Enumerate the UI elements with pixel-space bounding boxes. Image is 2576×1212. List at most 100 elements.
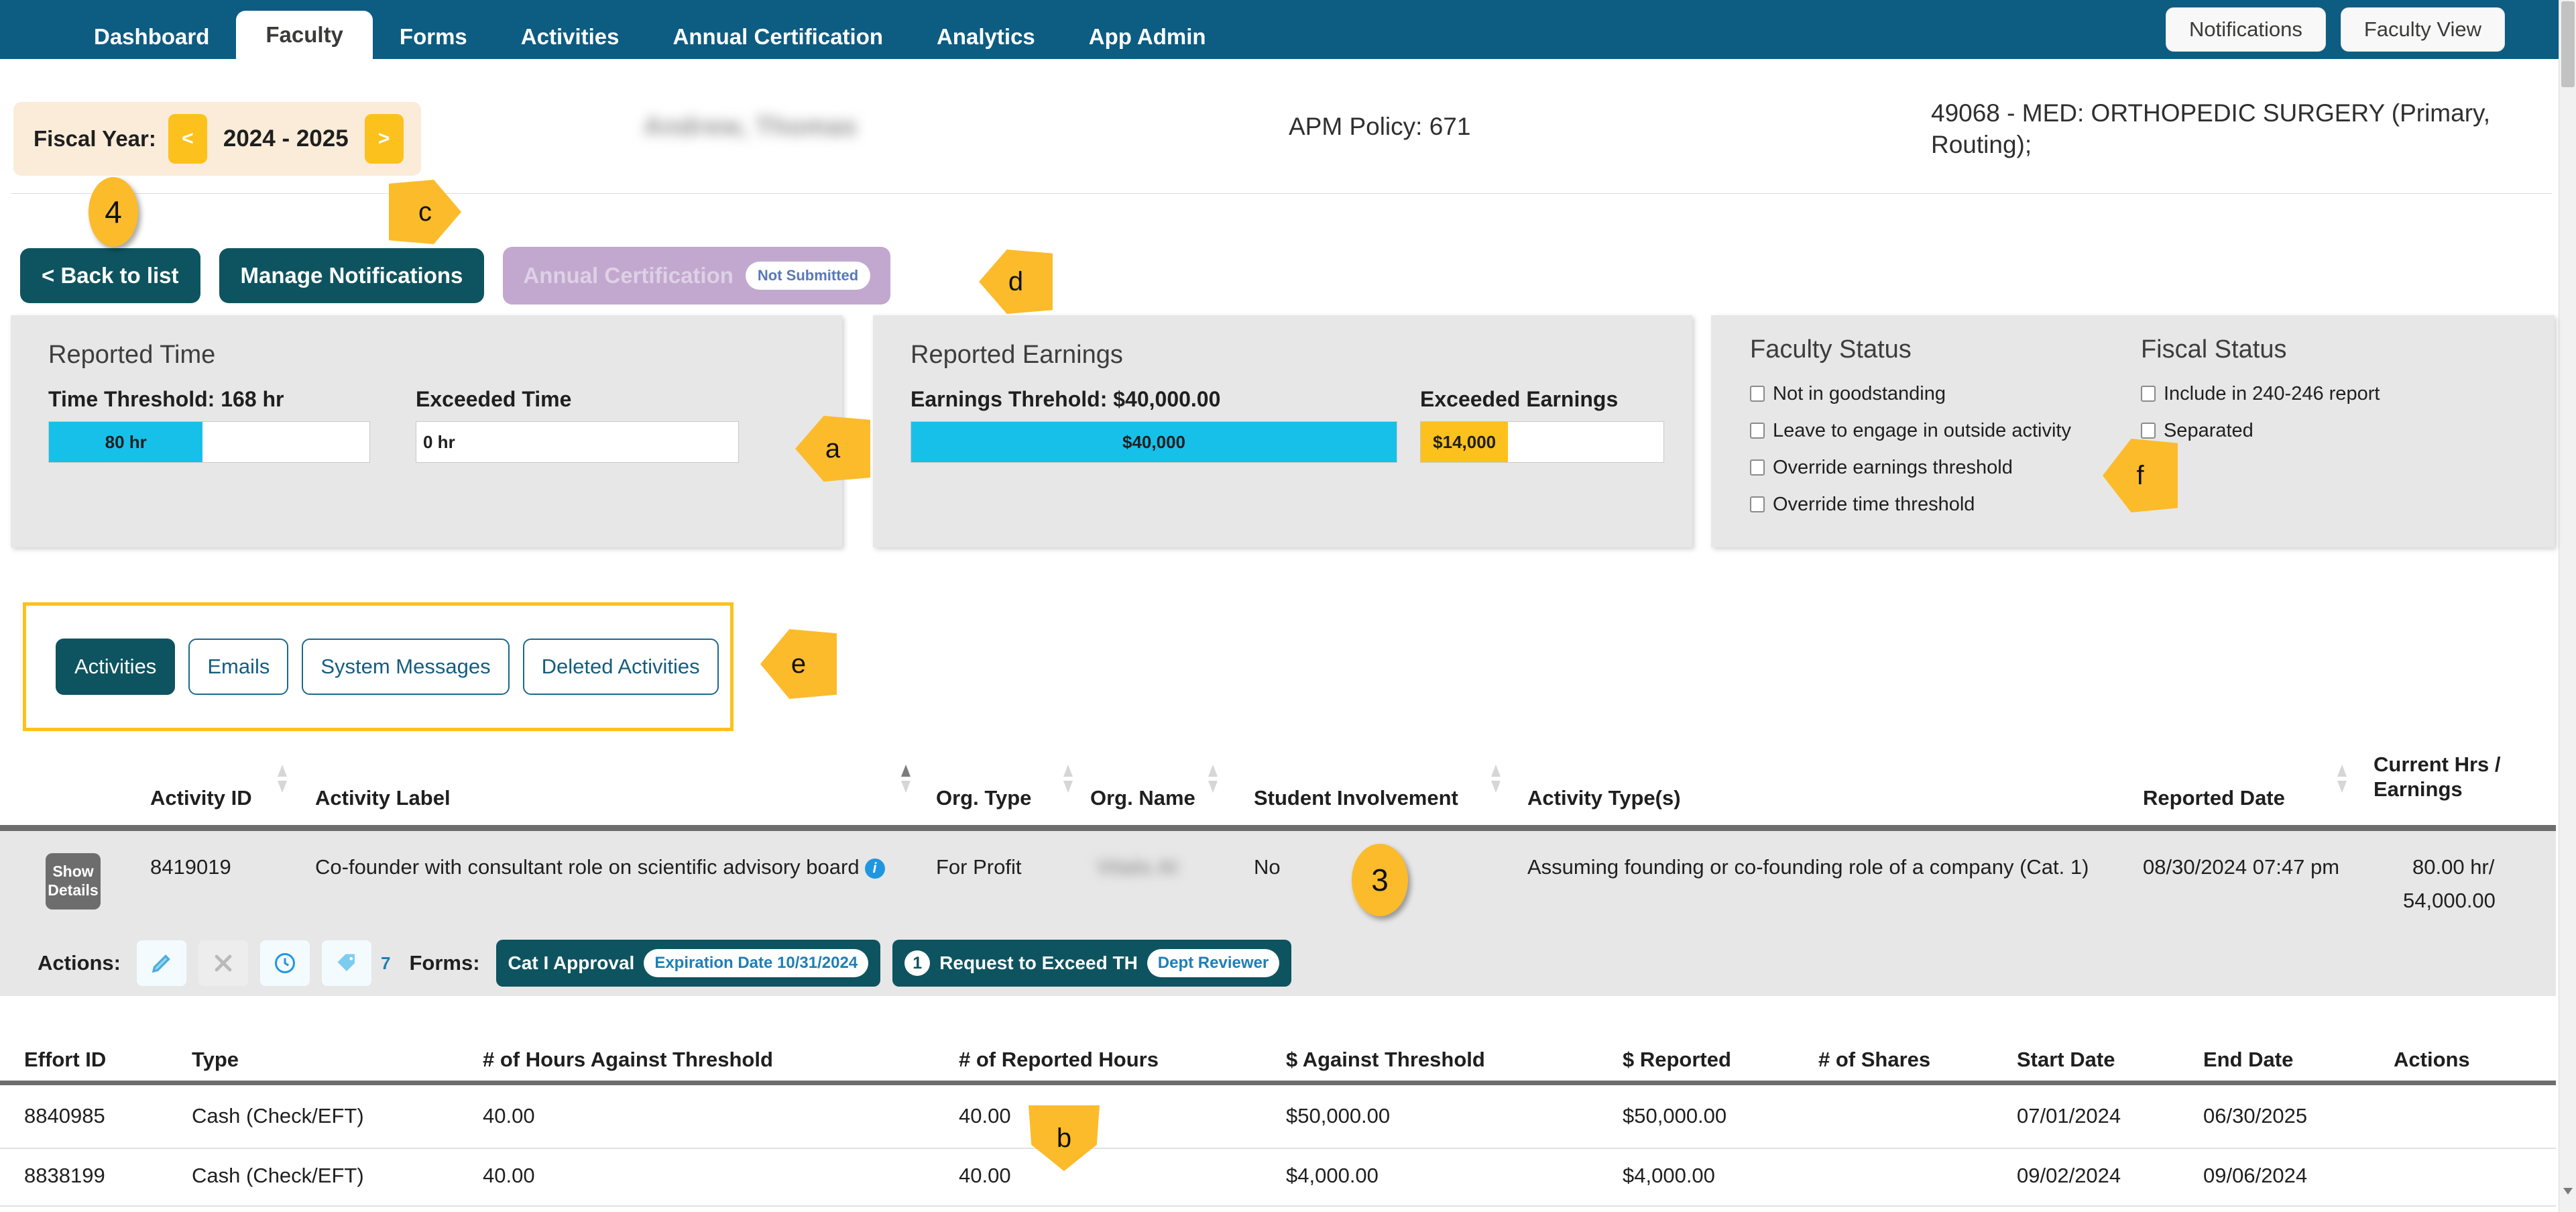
cell-activity-label: Co-founder with consultant role on scien… (315, 855, 885, 879)
column-current-hrs-earnings[interactable]: Current Hrs / Earnings (2374, 753, 2541, 802)
nav-right-buttons: Notifications Faculty View (2166, 0, 2576, 59)
effort-column-effort-id: Effort ID (24, 1048, 106, 1072)
chevron-down-icon[interactable] (2563, 1188, 2573, 1195)
back-to-list-button[interactable]: < Back to list (20, 248, 200, 303)
page-scrollbar[interactable] (2559, 0, 2576, 1212)
effort-table-row: 8838199 Cash (Check/EFT) 40.00 40.00 $4,… (0, 1149, 2556, 1207)
effort-cell-hours-against-threshold: 40.00 (483, 1104, 535, 1128)
cell-org-name: Vitals AI (1097, 855, 1178, 879)
exceeded-earnings-label: Exceeded Earnings (1420, 387, 1664, 412)
column-org-name[interactable]: Org. Name (1090, 786, 1195, 811)
apm-policy-label: APM Policy: 671 (1289, 113, 1470, 141)
top-navigation-bar: Dashboard Faculty Forms Activities Annua… (0, 0, 2576, 59)
nav-item-forms[interactable]: Forms (373, 15, 494, 59)
nav-item-app-admin[interactable]: App Admin (1062, 15, 1233, 59)
fiscal-year-selector: Fiscal Year: < 2024 - 2025 > (13, 102, 421, 176)
checkbox-icon[interactable] (2141, 386, 2156, 402)
notifications-button[interactable]: Notifications (2166, 7, 2326, 52)
nav-item-faculty[interactable]: Faculty (236, 11, 373, 59)
checkbox-label: Separated (2164, 420, 2253, 442)
faculty-view-button[interactable]: Faculty View (2341, 7, 2505, 52)
activity-table-row (0, 831, 2556, 930)
effort-cell-reported-hours: 40.00 (959, 1164, 1011, 1188)
checkbox-label: Include in 240-246 report (2164, 383, 2380, 405)
cell-org-type: For Profit (936, 855, 1021, 879)
checkbox-icon[interactable] (1750, 496, 1765, 512)
manage-notifications-button[interactable]: Manage Notifications (219, 248, 485, 303)
checkbox-label: Override earnings threshold (1773, 457, 2013, 479)
checkbox-leave-outside-activity[interactable]: Leave to engage in outside activity (1750, 420, 2071, 442)
activity-label-text: Co-founder with consultant role on scien… (315, 855, 860, 879)
checkbox-not-in-goodstanding[interactable]: Not in goodstanding (1750, 383, 2071, 405)
column-activity-id[interactable]: Activity ID (150, 786, 252, 811)
sort-icon-org-type[interactable] (1063, 765, 1073, 794)
checkbox-label: Not in goodstanding (1773, 383, 1946, 405)
effort-table-divider (0, 1081, 2556, 1085)
column-activity-label[interactable]: Activity Label (315, 786, 451, 811)
effort-cell-type: Cash (Check/EFT) (192, 1164, 364, 1188)
sort-icon-activity-label[interactable] (901, 765, 911, 794)
effort-column-start-date: Start Date (2017, 1048, 2115, 1072)
callout-3: 3 (1352, 844, 1408, 916)
nav-item-activities[interactable]: Activities (494, 15, 646, 59)
form-chip-request-to-exceed-th[interactable]: 1 Request to Exceed TH Dept Reviewer (892, 940, 1291, 987)
annual-certification-label: Annual Certification (523, 263, 734, 288)
checkbox-override-earnings-threshold[interactable]: Override earnings threshold (1750, 457, 2071, 479)
checkbox-include-240-246-report[interactable]: Include in 240-246 report (2141, 383, 2380, 405)
checkbox-separated[interactable]: Separated (2141, 420, 2380, 442)
cell-current-hours: 80.00 hr/ (2412, 855, 2494, 879)
tab-deleted-activities[interactable]: Deleted Activities (523, 639, 719, 695)
effort-column-actions: Actions (2394, 1048, 2470, 1072)
exceeded-earnings-bar: $14,000 (1420, 421, 1664, 463)
reported-earnings-title: Reported Earnings (873, 315, 1692, 370)
effort-cell-dollars-reported: $50,000.00 (1623, 1104, 1726, 1128)
fiscal-year-next-button[interactable]: > (365, 114, 404, 164)
annual-certification-status-badge: Not Submitted (746, 262, 870, 290)
checkbox-override-time-threshold[interactable]: Override time threshold (1750, 494, 2071, 516)
column-reported-date[interactable]: Reported Date (2143, 786, 2285, 811)
effort-column-shares: # of Shares (1818, 1048, 1930, 1072)
checkbox-icon[interactable] (1750, 423, 1765, 439)
form-chip-pill: Dept Reviewer (1147, 949, 1279, 977)
effort-cell-dollars-reported: $4,000.00 (1623, 1164, 1715, 1188)
column-activity-types[interactable]: Activity Type(s) (1527, 786, 1681, 811)
column-org-type[interactable]: Org. Type (936, 786, 1031, 811)
activity-actions-bar: Actions: 7 Forms: Cat I Approval Expirat… (0, 930, 2556, 996)
checkbox-icon[interactable] (1750, 459, 1765, 476)
fiscal-year-prev-button[interactable]: < (168, 114, 207, 164)
checkbox-icon[interactable] (1750, 386, 1765, 402)
checkbox-icon[interactable] (2141, 423, 2156, 439)
sort-icon-activity-id[interactable] (278, 765, 287, 794)
tab-activities[interactable]: Activities (56, 639, 175, 695)
edit-pencil-icon[interactable] (137, 940, 186, 986)
sort-icon-reported-date[interactable] (2337, 765, 2347, 794)
effort-cell-dollars-against-threshold: $4,000.00 (1286, 1164, 1379, 1188)
nav-item-annual-certification[interactable]: Annual Certification (646, 15, 911, 59)
exceeded-time-bar: 0 hr (416, 421, 739, 463)
nav-item-analytics[interactable]: Analytics (910, 15, 1062, 59)
tag-icon[interactable] (322, 940, 371, 986)
effort-column-dollars-against-threshold: $ Against Threshold (1286, 1048, 1485, 1072)
sort-icon-student-involvement[interactable] (1491, 765, 1501, 794)
history-clock-icon[interactable] (260, 940, 310, 986)
effort-column-hours-against-threshold: # of Hours Against Threshold (483, 1048, 773, 1072)
exceeded-time-group: Exceeded Time 0 hr (416, 387, 739, 463)
show-details-button[interactable]: Show Details (46, 853, 101, 910)
column-student-involvement[interactable]: Student Involvement (1254, 786, 1458, 811)
tab-system-messages[interactable]: System Messages (302, 639, 509, 695)
fiscal-year-label: Fiscal Year: (34, 126, 156, 152)
effort-cell-end-date: 06/30/2025 (2203, 1104, 2307, 1128)
form-chip-cat-i-approval[interactable]: Cat I Approval Expiration Date 10/31/202… (496, 940, 881, 987)
page-scrollbar-thumb[interactable] (2561, 1, 2575, 87)
annual-certification-button[interactable]: Annual Certification Not Submitted (503, 247, 890, 305)
delete-x-icon (198, 940, 248, 986)
exceeded-time-label: Exceeded Time (416, 387, 739, 412)
sort-icon-org-name[interactable] (1208, 765, 1218, 794)
info-icon[interactable]: i (865, 859, 885, 879)
effort-row-separator (0, 1205, 2556, 1207)
tab-emails[interactable]: Emails (188, 639, 288, 695)
effort-table-row: 8840985 Cash (Check/EFT) 40.00 40.00 $50… (0, 1089, 2556, 1147)
nav-item-dashboard[interactable]: Dashboard (67, 15, 236, 59)
form-chip-count: 1 (904, 950, 930, 976)
reported-time-title: Reported Time (11, 315, 842, 370)
